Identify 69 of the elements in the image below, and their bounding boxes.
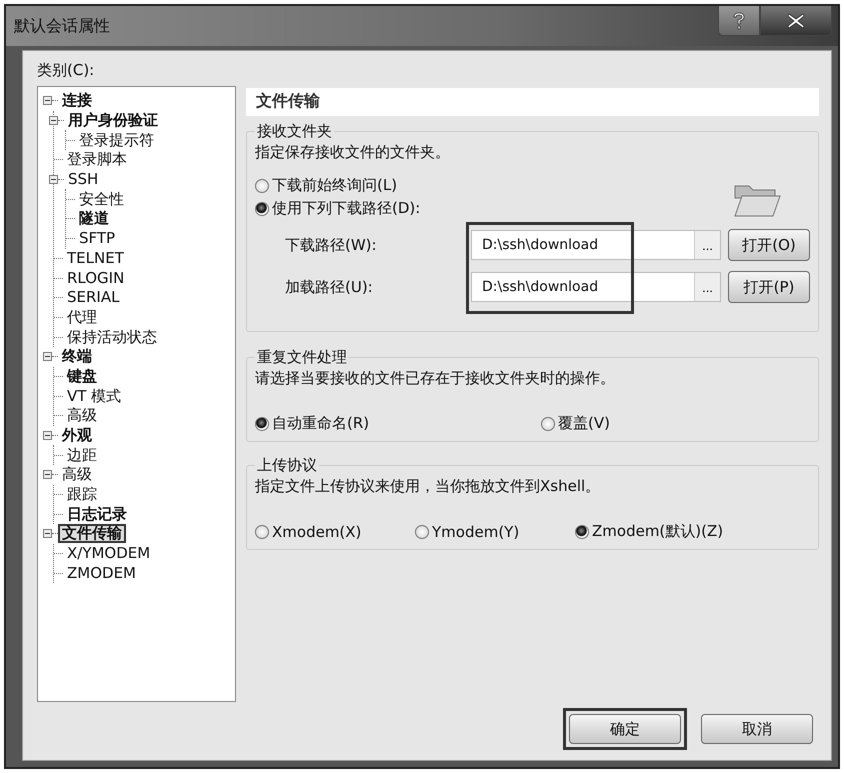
tree-item[interactable]: SSH [64,170,102,190]
field-label: 下载路径(W): [285,236,378,254]
path-field[interactable]: D:\ssh\download ... [471,272,721,302]
window-title: 默认会话属性 [14,16,110,36]
tree-item[interactable]: TELNET [63,248,128,268]
radio-button[interactable] [255,178,269,192]
field-label: 加载路径(U): [285,278,374,296]
tree-item[interactable]: 终端 [58,347,96,366]
collapse-icon[interactable] [43,431,52,440]
dialog-button[interactable]: 取消 [701,714,813,744]
radio-button[interactable] [575,524,589,538]
tree-item[interactable]: 边距 [63,446,101,465]
group-title: 重复文件处理 [256,348,348,367]
tree-item[interactable]: 跟踪 [63,485,101,504]
radio-label: Xmodem(X) [272,522,362,540]
browse-button[interactable]: ... [694,273,720,301]
radio-label: 下载前始终询问(L) [272,176,398,195]
open-button[interactable]: 打开(O) [728,229,810,261]
tree-item[interactable]: 用户身份验证 [64,111,162,130]
tree-item[interactable]: 隧道 [75,209,113,228]
path-field[interactable]: D:\ssh\download ... [471,230,721,260]
group-description: 指定文件上传协议来使用，当你拖放文件到Xshell。 [255,477,602,496]
dialog-button[interactable]: 确定 [569,714,681,744]
tree-item[interactable]: 文件传输 [58,524,126,544]
tree-item[interactable]: 外观 [58,426,96,446]
collapse-icon[interactable] [43,470,52,480]
tree-item[interactable]: 安全性 [75,190,128,209]
radio-label: 自动重命名(R) [272,414,370,433]
radio-label: 使用下列下载路径(D): [272,199,420,218]
close-button[interactable] [760,6,832,36]
panel-title: 文件传输 [246,88,819,116]
close-icon [787,12,805,28]
open-button[interactable]: 打开(P) [728,271,810,303]
tree-item[interactable]: 代理 [63,308,101,327]
radio-label: Ymodem(Y) [432,522,520,540]
group-description: 请选择当要接收的文件已存在于接收文件夹时的操作。 [255,369,616,388]
collapse-icon[interactable] [43,96,52,106]
tree-item[interactable]: 高级 [58,465,96,484]
tree-item[interactable]: 登录提示符 [75,130,158,150]
group-description: 指定保存接收文件的文件夹。 [255,143,451,162]
tree-item[interactable]: RLOGIN [63,268,128,288]
group-title: 上传协议 [256,456,318,475]
tree-item[interactable]: 键盘 [63,366,101,386]
tree-item[interactable]: 日志记录 [63,504,131,524]
tree-item[interactable]: X/YMODEM [63,544,154,564]
browse-button[interactable]: ... [694,231,720,259]
tree-item[interactable]: VT 模式 [63,386,126,406]
tree-item[interactable]: SERIAL [63,288,124,308]
radio-button[interactable] [255,524,269,538]
collapse-icon[interactable] [43,529,52,538]
tree-item[interactable]: 登录脚本 [63,150,131,170]
radio-label: 覆盖(V) [558,414,610,433]
tree-item[interactable]: 连接 [58,91,96,110]
radio-button[interactable] [255,202,269,216]
radio-button[interactable] [255,416,269,430]
group-title: 接收文件夹 [256,122,333,141]
tree-item[interactable]: SFTP [75,229,120,248]
collapse-icon[interactable] [49,116,58,126]
radio-label: Zmodem(默认)(Z) [592,522,724,541]
help-button[interactable] [718,6,760,36]
radio-button[interactable] [415,524,429,538]
collapse-icon[interactable] [49,175,58,184]
category-label: 类别(C): [37,61,96,80]
collapse-icon[interactable] [43,352,52,362]
tree-item[interactable]: ZMODEM [63,564,140,583]
tree-item[interactable]: 保持活动状态 [63,328,161,347]
tree-item[interactable]: 高级 [63,406,101,426]
radio-button[interactable] [541,416,555,430]
help-icon [731,12,747,30]
